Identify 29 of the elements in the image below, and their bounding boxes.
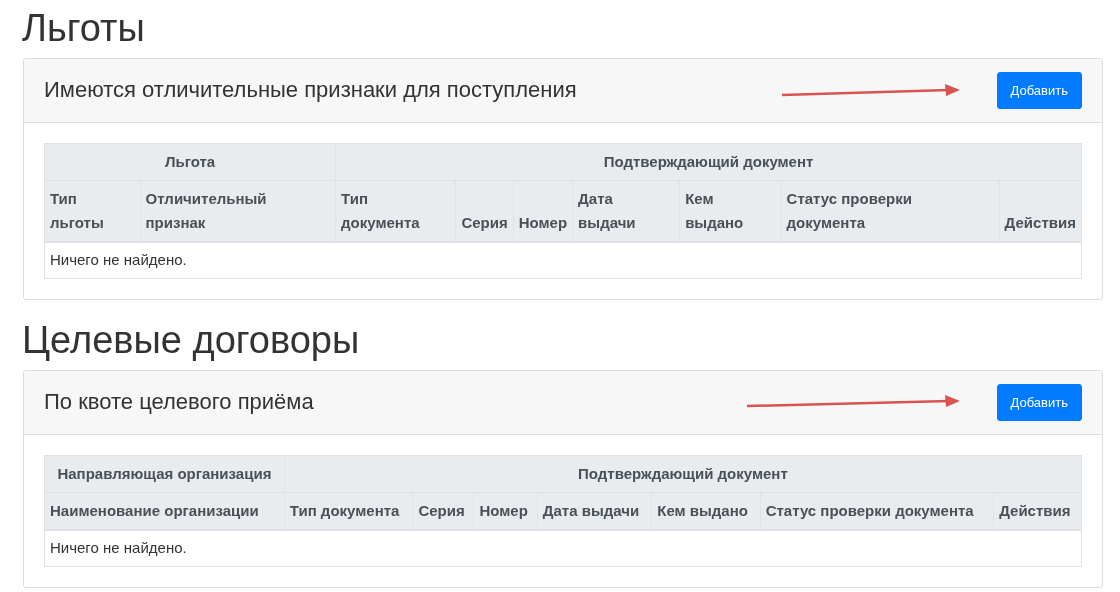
column-header: Серия: [455, 180, 514, 243]
column-header: Отличительный признак: [140, 180, 336, 243]
add-button[interactable]: Добавить: [996, 71, 1082, 110]
column-header: Тип документа: [335, 180, 456, 243]
column-header: Серия: [412, 492, 474, 531]
section-heading: Целевые договоры: [22, 319, 361, 362]
empty-message: Ничего не найдено.: [44, 530, 1082, 567]
add-button[interactable]: Добавить: [996, 383, 1082, 422]
column-header: Номер: [513, 180, 573, 243]
column-header: Статус проверки документа: [781, 180, 1000, 243]
column-header: Действия: [999, 180, 1082, 243]
card-title: Имеются отличительные признаки для поступления: [44, 77, 577, 104]
column-header: Дата выдачи: [537, 492, 652, 531]
column-header: Действия: [993, 492, 1082, 531]
column-header: Кем выдано: [651, 492, 761, 531]
column-header: Наименование организации: [44, 492, 285, 531]
column-group-header: Льгота: [44, 143, 336, 181]
column-header: Тип документа: [284, 492, 413, 531]
section-heading: Льготы: [22, 8, 146, 50]
card-title: По квоте целевого приёма: [44, 389, 314, 416]
column-group-header: Подтверждающий документ: [335, 143, 1082, 181]
empty-message: Ничего не найдено.: [44, 242, 1082, 279]
column-header: Тип льготы: [44, 180, 141, 243]
column-header: Дата выдачи: [572, 180, 680, 243]
column-group-header: Направляющая организация: [44, 455, 285, 493]
column-header: Статус проверки документа: [760, 492, 994, 531]
column-header: Номер: [473, 492, 538, 531]
column-header: Кем выдано: [679, 180, 782, 243]
column-group-header: Подтверждающий документ: [284, 455, 1082, 493]
